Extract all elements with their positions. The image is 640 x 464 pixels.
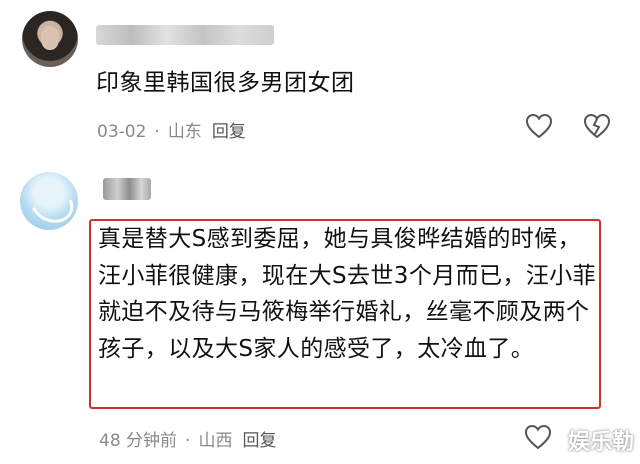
reply-button[interactable]: 回复	[212, 122, 246, 142]
avatar[interactable]	[20, 172, 78, 230]
comment-meta: 48 分钟前 · 山西 回复	[99, 426, 276, 451]
like-heart-icon[interactable]	[525, 113, 553, 139]
comment-text: 真是替大S感到委屈，她与具俊晔结婚的时候，汪小菲很健康，现在大S去世3个月而已，…	[98, 226, 597, 362]
comment-time: 48 分钟前	[99, 431, 178, 451]
reply-button[interactable]: 回复	[242, 431, 276, 451]
comment-text: 印象里韩国很多男团女团	[96, 70, 355, 96]
like-heart-icon[interactable]	[524, 424, 552, 450]
comment-location: 山东	[167, 122, 202, 142]
comment-time: 03-02	[97, 122, 147, 142]
comment-meta: 03-02 · 山东 回复	[97, 117, 246, 142]
separator-dot: ·	[154, 122, 160, 142]
username-blurred[interactable]	[96, 25, 274, 45]
comment-location: 山西	[198, 431, 233, 451]
avatar[interactable]	[22, 11, 78, 67]
watermark: 娱乐勒	[567, 430, 634, 455]
username-blurred[interactable]	[103, 178, 151, 200]
separator-dot: ·	[185, 431, 191, 451]
dislike-broken-heart-icon[interactable]	[583, 113, 611, 139]
